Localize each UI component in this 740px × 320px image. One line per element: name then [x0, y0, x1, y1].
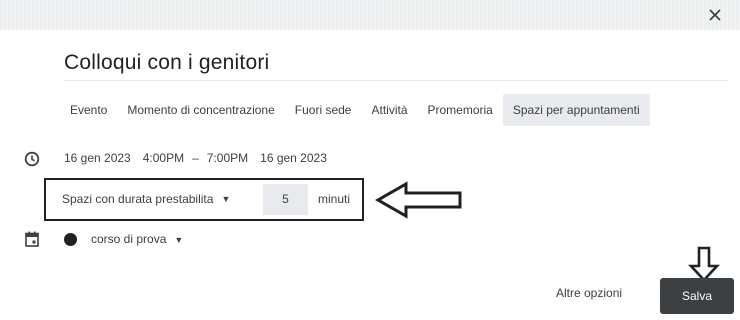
start-time[interactable]: 4:00PM: [143, 151, 184, 165]
calendar-dropdown[interactable]: corso di prova ▼: [91, 232, 183, 246]
time-separator: –: [192, 151, 199, 165]
caret-down-icon: ▼: [221, 194, 231, 205]
tab-momento-di-concentrazione[interactable]: Momento di concentrazione: [117, 94, 284, 126]
slot-mode-dropdown[interactable]: Spazi con durata prestabilita ▼: [62, 180, 230, 219]
close-icon: [709, 9, 721, 21]
caret-down-icon: ▼: [174, 234, 184, 245]
tab-fuori-sede[interactable]: Fuori sede: [285, 94, 362, 126]
slot-duration-box: Spazi con durata prestabilita ▼ 5 minuti: [44, 178, 364, 221]
close-button[interactable]: [706, 6, 724, 24]
slot-mode-label: Spazi con durata prestabilita: [62, 192, 214, 206]
date-time-row: 16 gen 2023 4:00PM – 7:00PM 16 gen 2023: [64, 151, 327, 165]
event-type-tabs: Evento Momento di concentrazione Fuori s…: [60, 94, 650, 126]
end-time[interactable]: 7:00PM: [207, 151, 248, 165]
calendar-color-dot: [64, 232, 77, 246]
down-arrow-annotation: [688, 246, 720, 282]
event-title-input[interactable]: Colloqui con i genitori: [64, 51, 269, 75]
end-date[interactable]: 16 gen 2023: [260, 151, 327, 165]
slot-duration-input[interactable]: 5: [263, 184, 308, 215]
tab-evento[interactable]: Evento: [60, 94, 117, 126]
start-date[interactable]: 16 gen 2023: [64, 151, 131, 165]
left-arrow-annotation: [374, 181, 462, 219]
title-underline: [64, 80, 728, 81]
tab-promemoria[interactable]: Promemoria: [418, 94, 503, 126]
dialog-header-bar: [0, 0, 740, 30]
tab-attivita[interactable]: Attività: [361, 94, 417, 126]
more-options-link[interactable]: Altre opzioni: [556, 286, 622, 300]
slot-duration-unit: minuti: [318, 192, 351, 206]
tab-spazi-per-appuntamenti[interactable]: Spazi per appuntamenti: [502, 94, 650, 126]
save-button[interactable]: Salva: [660, 278, 734, 314]
clock-icon: [24, 151, 40, 167]
calendar-name: corso di prova: [91, 232, 167, 246]
calendar-icon: [25, 231, 39, 247]
calendar-row: corso di prova ▼: [64, 229, 183, 249]
